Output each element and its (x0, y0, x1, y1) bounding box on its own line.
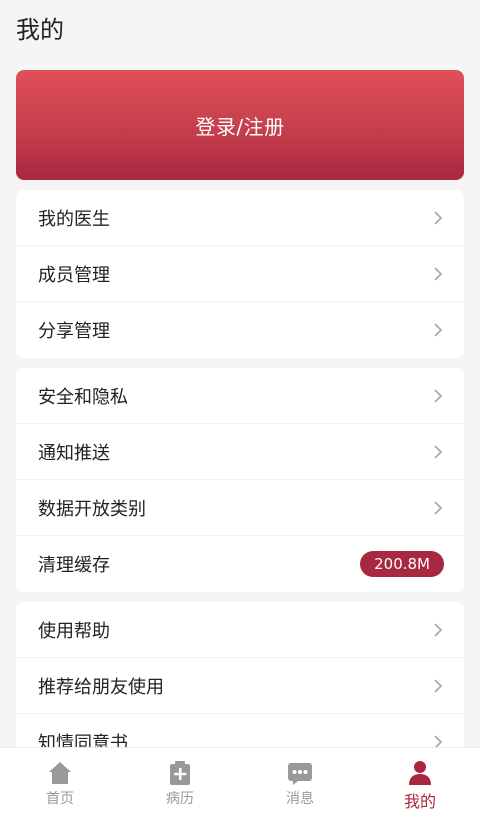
row-label: 推荐给朋友使用 (38, 676, 164, 698)
tab-profile[interactable]: 我的 (360, 748, 480, 823)
settings-list[interactable]: 我的医生 成员管理 分享管理 安全和隐私 通知推送 数据开放类别 清理缓存 20… (0, 190, 480, 747)
row-label: 我的医生 (38, 208, 110, 230)
tab-medical-record[interactable]: 病历 (120, 748, 240, 823)
row-recommend-to-friends[interactable]: 推荐给朋友使用 (16, 658, 464, 714)
tab-label: 消息 (286, 791, 314, 807)
chevron-right-icon (434, 388, 443, 403)
row-label: 安全和隐私 (38, 386, 128, 408)
cache-size-badge: 200.8M (360, 551, 444, 577)
chevron-right-icon (434, 210, 443, 225)
chevron-right-icon (434, 500, 443, 515)
message-icon (288, 763, 312, 785)
row-share-management[interactable]: 分享管理 (16, 302, 464, 358)
profile-page: 我的 登录/注册 我的医生 成员管理 分享管理 安全和隐私 通知推送 数据开放类… (0, 0, 480, 823)
row-label: 使用帮助 (38, 620, 110, 642)
tab-label: 我的 (403, 792, 436, 811)
row-usage-help[interactable]: 使用帮助 (16, 602, 464, 658)
row-label: 分享管理 (38, 321, 110, 342)
home-icon (49, 762, 71, 784)
bottom-tab-bar: 首页 病历 消息 我的 (0, 747, 480, 823)
login-register-button[interactable]: 登录/注册 (16, 70, 464, 180)
settings-group-2: 安全和隐私 通知推送 数据开放类别 清理缓存 200.8M (16, 368, 464, 592)
page-title: 我的 (16, 16, 64, 44)
medical-record-icon (170, 761, 190, 785)
row-label: 通知推送 (38, 442, 110, 464)
tab-label: 首页 (46, 791, 74, 807)
login-register-label: 登录/注册 (195, 114, 285, 139)
chevron-right-icon (434, 444, 443, 459)
chevron-right-icon (434, 266, 443, 281)
settings-group-1: 我的医生 成员管理 分享管理 (16, 190, 464, 358)
row-security-privacy[interactable]: 安全和隐私 (16, 368, 464, 424)
tab-home[interactable]: 首页 (0, 748, 120, 823)
row-label: 知情同意书 (38, 733, 128, 747)
row-my-doctor[interactable]: 我的医生 (16, 190, 464, 246)
header: 我的 (0, 0, 480, 56)
row-notification-push[interactable]: 通知推送 (16, 424, 464, 480)
tab-label: 病历 (166, 791, 194, 807)
tab-messages[interactable]: 消息 (240, 748, 360, 823)
row-clear-cache[interactable]: 清理缓存 200.8M (16, 536, 464, 592)
row-member-management[interactable]: 成员管理 (16, 246, 464, 302)
row-data-open-categories[interactable]: 数据开放类别 (16, 480, 464, 536)
chevron-right-icon (434, 678, 443, 693)
row-informed-consent[interactable]: 知情同意书 (16, 714, 464, 747)
chevron-right-icon (434, 323, 443, 337)
user-icon (409, 761, 431, 785)
row-label: 成员管理 (38, 264, 110, 286)
chevron-right-icon (434, 622, 443, 637)
chevron-right-icon (434, 735, 443, 747)
settings-group-3: 使用帮助 推荐给朋友使用 知情同意书 (16, 602, 464, 747)
row-label: 清理缓存 (38, 555, 110, 576)
row-label: 数据开放类别 (38, 498, 146, 520)
